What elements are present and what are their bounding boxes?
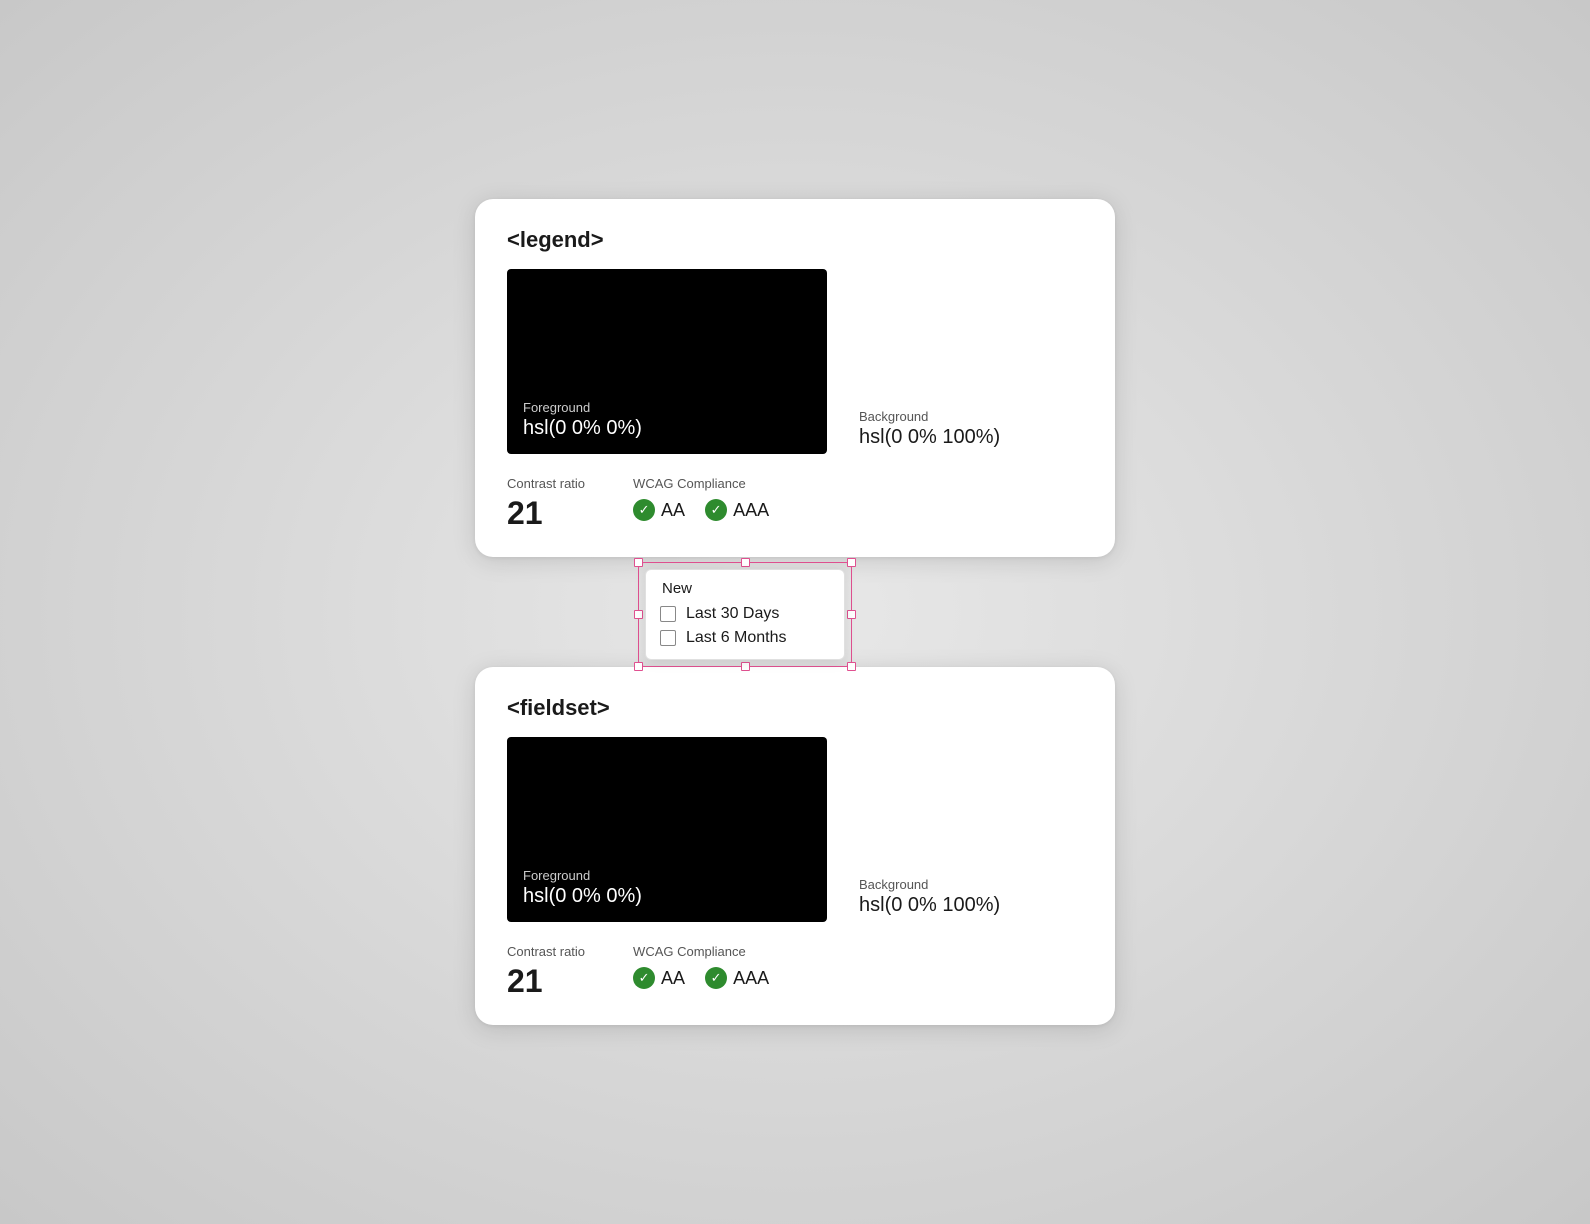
fieldset-aaa-badge: ✓ AAA <box>705 967 769 989</box>
fieldset-aaa-check: ✓ <box>705 967 727 989</box>
legend-preview-box: Foreground hsl(0 0% 0%) <box>507 269 827 454</box>
fieldset-wcag-label: WCAG Compliance <box>633 944 769 959</box>
fieldset-preview-box: Foreground hsl(0 0% 0%) <box>507 737 827 922</box>
legend-card-title: <legend> <box>507 227 1083 253</box>
fieldset-wcag-block: WCAG Compliance ✓ AA ✓ AAA <box>633 944 769 989</box>
legend-contrast-value: 21 <box>507 497 585 529</box>
handle-tr <box>847 558 856 567</box>
legend-bg-label: Background <box>859 409 1000 424</box>
fieldset-fg-label: Foreground <box>523 868 811 883</box>
checkbox-label-1: Last 6 Months <box>686 629 787 647</box>
fieldset-fg-value: hsl(0 0% 0%) <box>523 885 811 908</box>
handle-bc <box>741 662 750 671</box>
legend-aa-label: AA <box>661 500 685 521</box>
fieldset-aa-check: ✓ <box>633 967 655 989</box>
legend-aaa-label: AAA <box>733 500 769 521</box>
legend-bg-block: Background hsl(0 0% 100%) <box>859 409 1000 449</box>
legend-aaa-badge: ✓ AAA <box>705 499 769 521</box>
fieldset-wcag-badges: ✓ AA ✓ AAA <box>633 967 769 989</box>
fieldset-aa-label: AA <box>661 968 685 989</box>
legend-aa-badge: ✓ AA <box>633 499 685 521</box>
legend-aaa-check: ✓ <box>705 499 727 521</box>
legend-bg-value: hsl(0 0% 100%) <box>859 426 1000 449</box>
handle-mr <box>847 610 856 619</box>
fieldset-card: <fieldset> Foreground hsl(0 0% 0%) Backg… <box>475 667 1115 1025</box>
legend-aa-check: ✓ <box>633 499 655 521</box>
handle-bl <box>634 662 643 671</box>
fieldset-bg-value: hsl(0 0% 100%) <box>859 894 1000 917</box>
checkbox-1[interactable] <box>660 630 676 646</box>
legend-wcag-block: WCAG Compliance ✓ AA ✓ AAA <box>633 476 769 521</box>
handle-tl <box>634 558 643 567</box>
handle-tc <box>741 558 750 567</box>
handle-ml <box>634 610 643 619</box>
checkbox-item-0[interactable]: Last 30 Days <box>660 605 830 623</box>
checkbox-0[interactable] <box>660 606 676 622</box>
checkbox-item-1[interactable]: Last 6 Months <box>660 629 830 647</box>
checkbox-label-0: Last 30 Days <box>686 605 779 623</box>
legend-contrast-label: Contrast ratio <box>507 476 585 491</box>
floating-selection-overlay: New Last 30 Days Last 6 Months <box>645 569 845 660</box>
fieldset-bg-block: Background hsl(0 0% 100%) <box>859 877 1000 917</box>
fieldset-contrast-label: Contrast ratio <box>507 944 585 959</box>
fieldset-bg-label: Background <box>859 877 1000 892</box>
handle-br <box>847 662 856 671</box>
legend-card-content: Foreground hsl(0 0% 0%) Background hsl(0… <box>507 269 1083 529</box>
selection-label: New <box>660 580 830 597</box>
legend-fg-label: Foreground <box>523 400 811 415</box>
legend-wcag-label: WCAG Compliance <box>633 476 769 491</box>
fieldset-aaa-label: AAA <box>733 968 769 989</box>
legend-contrast-block: Contrast ratio 21 <box>507 476 585 529</box>
selection-dropdown[interactable]: New Last 30 Days Last 6 Months <box>645 569 845 660</box>
fieldset-aa-badge: ✓ AA <box>633 967 685 989</box>
legend-card: <legend> Foreground hsl(0 0% 0%) Backgro… <box>475 199 1115 557</box>
fieldset-contrast-block: Contrast ratio 21 <box>507 944 585 997</box>
fieldset-card-content: Foreground hsl(0 0% 0%) Background hsl(0… <box>507 737 1083 997</box>
fieldset-contrast-value: 21 <box>507 965 585 997</box>
fieldset-card-title: <fieldset> <box>507 695 1083 721</box>
legend-wcag-badges: ✓ AA ✓ AAA <box>633 499 769 521</box>
legend-fg-value: hsl(0 0% 0%) <box>523 417 811 440</box>
